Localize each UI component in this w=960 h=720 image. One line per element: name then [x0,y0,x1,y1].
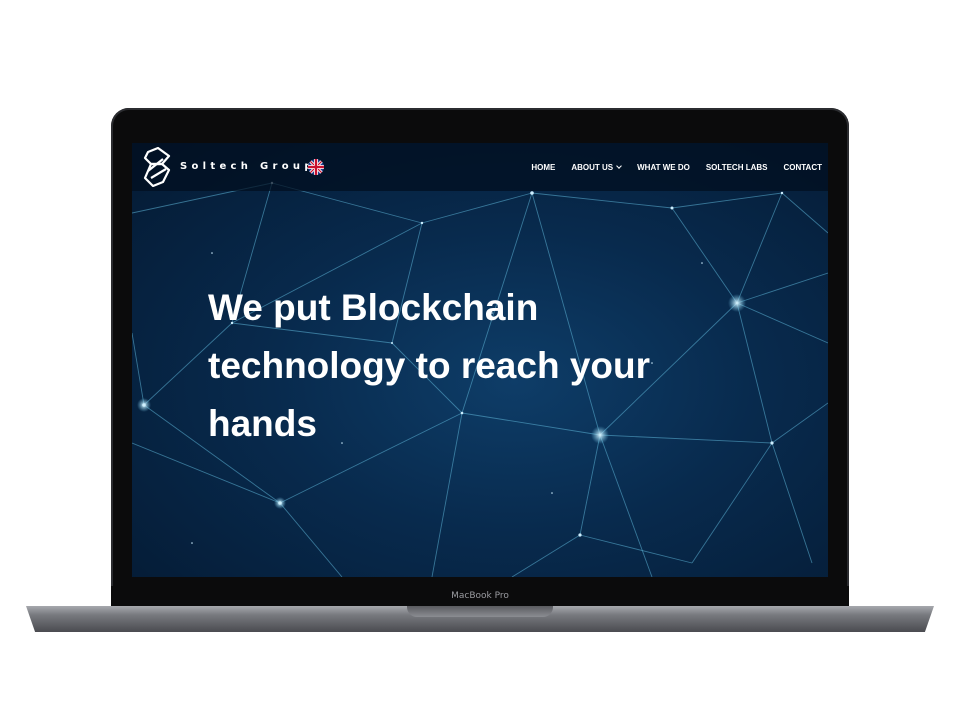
nav-soltech-labs[interactable]: SOLTECH LABS [706,163,768,172]
uk-flag-icon[interactable] [308,159,324,175]
hero-line-3: hands [208,403,317,444]
hero-line-1: We put Blockchain [208,287,539,328]
laptop-opening-notch [407,606,553,617]
nav-labs-label: SOLTECH LABS [705,163,768,172]
soltech-logo-icon[interactable] [142,147,172,187]
site-header: Soltech Group HOME ABOUT US WHAT WE DO S… [132,143,828,191]
nav-about-us[interactable]: ABOUT US [571,163,622,172]
macbook-model-label: MacBook Pro [451,591,509,601]
nav-what-label: WHAT WE DO [637,163,690,172]
nav-what-we-do[interactable]: WHAT WE DO [637,163,690,172]
nav-home-label: HOME [531,163,556,172]
main-navigation: HOME ABOUT US WHAT WE DO SOLTECH LABS CO… [531,163,822,172]
website-screen: Soltech Group HOME ABOUT US WHAT WE DO S… [132,143,828,577]
chevron-down-icon [616,163,622,169]
nav-about-label: ABOUT US [571,163,614,172]
hero-line-2: technology to reach your [208,345,651,386]
nav-contact[interactable]: CONTACT [783,163,822,172]
hero-heading: We put Blockchain technology to reach yo… [208,279,728,453]
brand-name[interactable]: Soltech Group [180,161,316,172]
nav-contact-label: CONTACT [783,163,822,172]
nav-home[interactable]: HOME [531,163,555,172]
